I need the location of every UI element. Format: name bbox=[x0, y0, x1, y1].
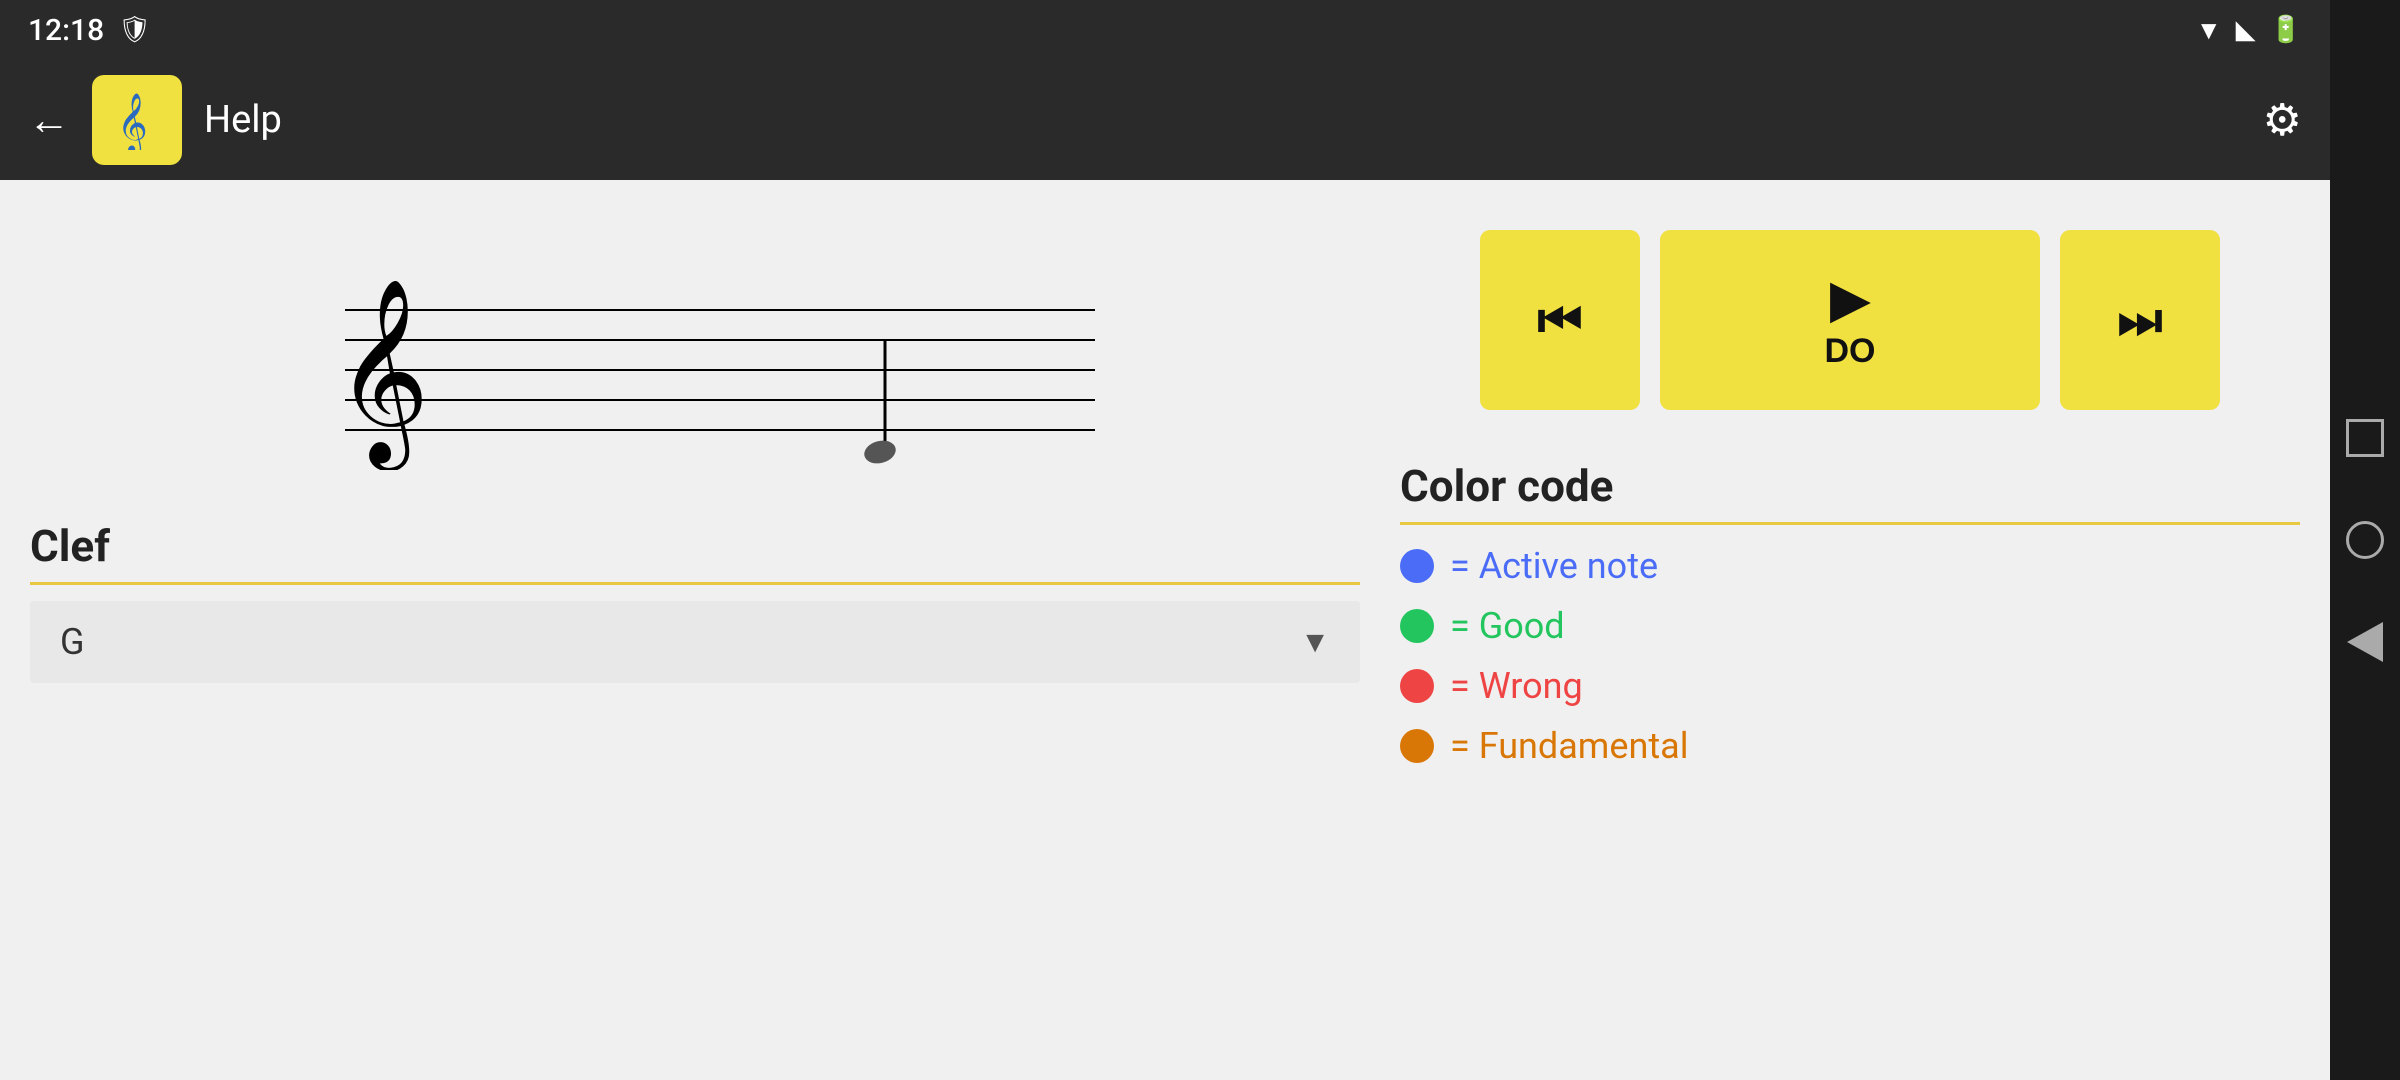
play-button[interactable]: ▶ DO bbox=[1660, 230, 2040, 410]
color-items-list: = Active note = Good = Wrong bbox=[1400, 535, 2300, 767]
clef-divider bbox=[30, 582, 1360, 585]
settings-icon[interactable]: ⚙ bbox=[2263, 94, 2302, 146]
fundamental-dot bbox=[1400, 729, 1434, 763]
color-code-divider bbox=[1400, 522, 2300, 525]
color-code-section: Color code = Active note = Good bbox=[1400, 460, 2300, 767]
chevron-down-icon: ▼ bbox=[1300, 625, 1330, 660]
clef-section: Clef G ▼ bbox=[30, 520, 1360, 683]
shield-icon: 🛡 bbox=[118, 15, 151, 45]
color-code-title: Color code bbox=[1400, 460, 2300, 512]
color-item-active: = Active note bbox=[1400, 545, 2300, 587]
clef-section-title: Clef bbox=[30, 520, 1360, 572]
app-icon: 𝄞 bbox=[92, 75, 182, 165]
recent-apps-icon bbox=[2346, 419, 2384, 457]
app-bar: ← 𝄞 Help ⚙ bbox=[0, 60, 2330, 180]
main-content: 𝄞 Clef G ▼ bbox=[0, 180, 2330, 1080]
signal-icon: ◣ bbox=[2236, 15, 2256, 45]
wrong-label: = Wrong bbox=[1450, 665, 1583, 707]
status-right: ▼ ◣ 🔋 bbox=[2196, 15, 2302, 46]
prev-button[interactable]: ⏮ bbox=[1480, 230, 1640, 410]
color-item-fundamental: = Fundamental bbox=[1400, 725, 2300, 767]
active-note-label: = Active note bbox=[1450, 545, 1658, 587]
home-button[interactable] bbox=[2344, 519, 2386, 561]
fundamental-label: = Fundamental bbox=[1450, 725, 1688, 767]
clef-value: G bbox=[60, 621, 85, 663]
treble-clef-icon: 𝄞 bbox=[107, 90, 167, 150]
clef-dropdown[interactable]: G ▼ bbox=[30, 601, 1360, 683]
status-left: 12:18 🛡 bbox=[28, 13, 151, 48]
back-nav-icon bbox=[2347, 622, 2383, 662]
status-time: 12:18 bbox=[28, 13, 104, 48]
phone-area: 12:18 🛡 ▼ ◣ 🔋 ← 𝄞 Help ⚙ bbox=[0, 0, 2330, 1080]
color-item-good: = Good bbox=[1400, 605, 2300, 647]
android-sidebar bbox=[2330, 0, 2400, 1080]
skip-forward-icon: ⏭ bbox=[2118, 291, 2163, 350]
back-button[interactable]: ← bbox=[28, 96, 70, 145]
back-nav-button[interactable] bbox=[2344, 621, 2386, 663]
playback-controls: ⏮ ▶ DO ⏭ bbox=[1400, 210, 2300, 430]
home-icon bbox=[2346, 521, 2384, 559]
wrong-dot bbox=[1400, 669, 1434, 703]
wifi-icon: ▼ bbox=[2196, 15, 2222, 46]
next-button[interactable]: ⏭ bbox=[2060, 230, 2220, 410]
play-icon: ▶ bbox=[1831, 270, 1869, 328]
music-staff: 𝄞 bbox=[245, 230, 1145, 470]
right-panel: ⏮ ▶ DO ⏭ Color code = Active n bbox=[1400, 210, 2300, 1050]
good-label: = Good bbox=[1450, 605, 1565, 647]
staff-container: 𝄞 bbox=[30, 210, 1360, 490]
svg-text:𝄞: 𝄞 bbox=[117, 93, 148, 150]
status-bar: 12:18 🛡 ▼ ◣ 🔋 bbox=[0, 0, 2330, 60]
left-panel: 𝄞 Clef G ▼ bbox=[30, 210, 1360, 1050]
active-note-dot bbox=[1400, 549, 1434, 583]
page-title: Help bbox=[204, 98, 2241, 142]
color-item-wrong: = Wrong bbox=[1400, 665, 2300, 707]
recent-apps-button[interactable] bbox=[2344, 417, 2386, 459]
battery-icon: 🔋 bbox=[2270, 15, 2302, 45]
good-dot bbox=[1400, 609, 1434, 643]
svg-text:𝄞: 𝄞 bbox=[335, 281, 430, 470]
skip-back-icon: ⏮ bbox=[1538, 291, 1583, 350]
play-label: DO bbox=[1825, 332, 1876, 371]
